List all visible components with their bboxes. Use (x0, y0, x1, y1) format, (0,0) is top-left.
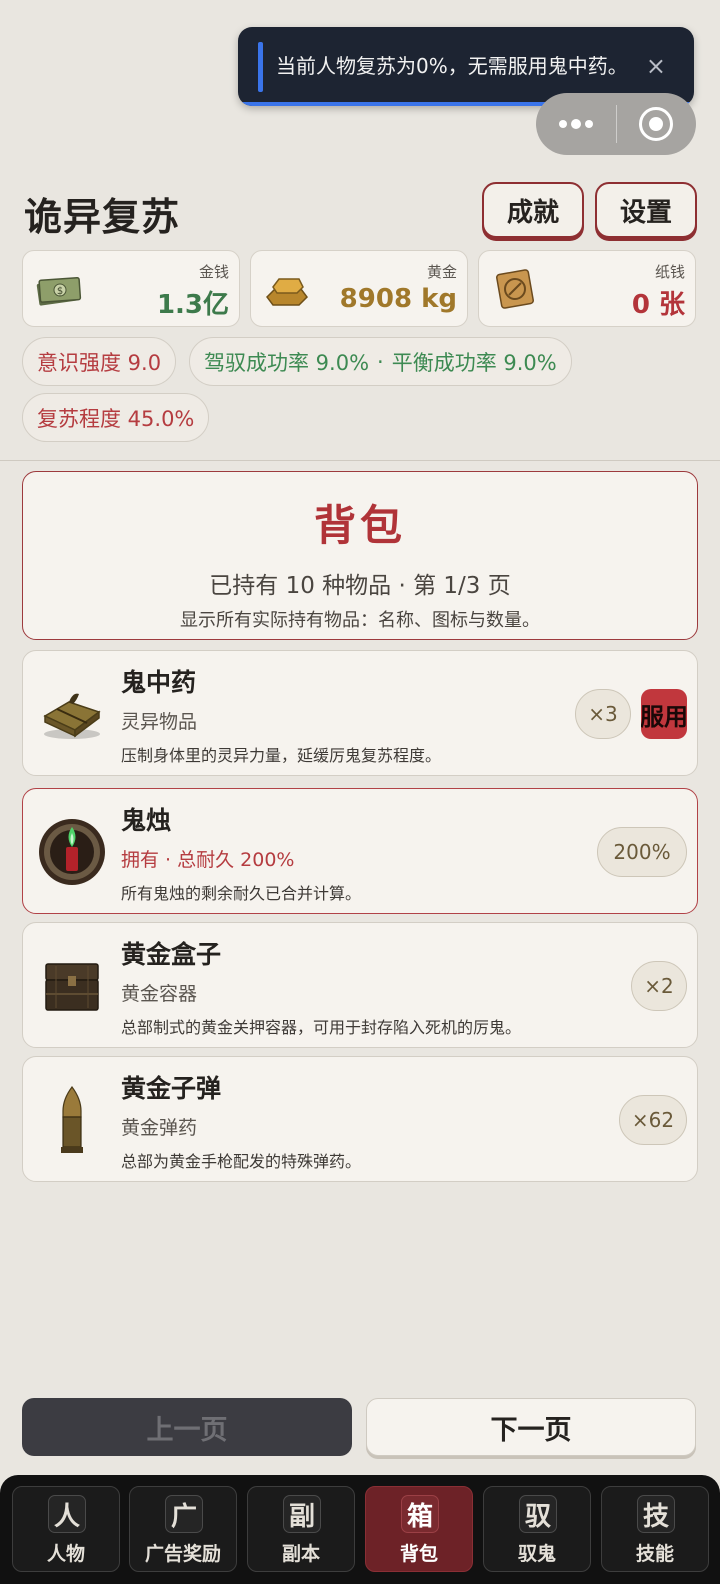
item-quantity: ×62 (619, 1095, 687, 1145)
ad-rewards-icon: 广 (165, 1495, 203, 1533)
tab-skills[interactable]: 技 技能 (601, 1486, 709, 1572)
close-miniprogram-icon[interactable] (617, 93, 697, 155)
item-quantity: ×2 (631, 961, 687, 1011)
next-page-button[interactable]: 下一页 (366, 1398, 696, 1456)
bottom-tab-bar: 人 人物 广 广告奖励 副 副本 箱 背包 驭 驭鬼 技 技能 (0, 1475, 720, 1584)
revival-pill: 复苏程度 45.0% (22, 393, 210, 442)
money-label: 金钱 (198, 263, 229, 281)
item-name: 鬼烛 (121, 806, 172, 835)
gold-bar-icon (266, 278, 308, 306)
bullet-icon (37, 1083, 107, 1157)
paper-money-icon (496, 269, 534, 309)
item-name: 黄金盒子 (121, 940, 222, 969)
tab-ad-rewards[interactable]: 广 广告奖励 (129, 1486, 237, 1572)
tab-backpack[interactable]: 箱 背包 (365, 1486, 473, 1572)
toast-accent-bar (258, 42, 263, 92)
item-name: 鬼中药 (121, 668, 197, 697)
item-type: 灵异物品 (121, 711, 198, 733)
item-description: 压制身体里的灵异力量，延缓厉鬼复苏程度。 (121, 746, 442, 765)
achievements-button[interactable]: 成就 (482, 182, 584, 238)
page-title: 诡异复苏 (24, 195, 181, 239)
section-divider (0, 460, 720, 461)
list-item[interactable]: 黄金子弹 黄金弹药 总部为黄金手枪配发的特殊弹药。 ×62 (22, 1056, 698, 1182)
paper-money-value: 0 张 (631, 290, 685, 320)
tab-label: 副本 (281, 1543, 320, 1565)
backpack-count: 已持有 10 种物品 · 第 1/3 页 (209, 573, 511, 599)
gold-label: 黄金 (426, 263, 457, 281)
tab-label: 技能 (635, 1543, 674, 1565)
gold-value: 8908 kg (339, 284, 457, 314)
cash-icon: $ (36, 276, 82, 306)
miniprogram-capsule (536, 93, 696, 155)
character-icon: 人 (48, 1495, 86, 1533)
tab-dungeon[interactable]: 副 副本 (247, 1486, 355, 1572)
list-item[interactable]: 黄金盒子 黄金容器 总部制式的黄金关押容器，可用于封存陷入死机的厉鬼。 ×2 (22, 922, 698, 1048)
previous-page-button[interactable]: 上一页 (22, 1398, 352, 1456)
list-item[interactable]: 鬼烛 拥有 · 总耐久 200% 所有鬼烛的剩余耐久已合并计算。 200% (22, 788, 698, 914)
consciousness-text: 意识强度 9.0 (37, 350, 162, 375)
consciousness-pill: 意识强度 9.0 (22, 337, 177, 386)
item-description: 总部为黄金手枪配发的特殊弹药。 (121, 1152, 362, 1171)
balance-rate-text: 平衡成功率 9.0% (391, 350, 557, 375)
herb-bundle-icon (37, 677, 107, 751)
backpack-title: 背包 (313, 501, 406, 550)
item-quantity: ×3 (575, 689, 631, 739)
paper-money-label: 纸钱 (654, 263, 685, 281)
separator-dot: · (377, 349, 384, 374)
ghost-control-icon: 驭 (519, 1495, 557, 1533)
item-durability: 拥有 · 总耐久 200% (121, 849, 295, 871)
money-value: 1.3亿 (156, 290, 229, 320)
success-rate-pill: 驾驭成功率 9.0% · 平衡成功率 9.0% (189, 337, 572, 386)
list-item[interactable]: 鬼中药 灵异物品 压制身体里的灵异力量，延缓厉鬼复苏程度。 ×3 服用 (22, 650, 698, 776)
tab-label: 背包 (399, 1543, 438, 1565)
control-rate-text: 驾驭成功率 9.0% (204, 350, 370, 375)
item-type: 黄金弹药 (121, 1117, 198, 1139)
backpack-icon: 箱 (401, 1495, 439, 1533)
tab-ghost-control[interactable]: 驭 驭鬼 (483, 1486, 591, 1572)
settings-button[interactable]: 设置 (595, 182, 697, 238)
tab-label: 广告奖励 (144, 1543, 221, 1565)
gold-card: 黄金 8908 kg (250, 250, 468, 327)
item-name: 黄金子弹 (121, 1074, 222, 1103)
paper-money-card: 纸钱 0 张 (478, 250, 696, 327)
candle-icon (37, 815, 107, 889)
item-quantity: 200% (597, 827, 687, 877)
svg-text:$: $ (57, 286, 63, 297)
tab-character[interactable]: 人 人物 (12, 1486, 120, 1572)
item-description: 所有鬼烛的剩余耐久已合并计算。 (121, 884, 362, 903)
tab-label: 人物 (46, 1543, 85, 1565)
money-card: $ 金钱 1.3亿 (22, 250, 240, 327)
gold-box-icon (37, 949, 107, 1023)
dungeon-icon: 副 (283, 1495, 321, 1533)
more-options-icon[interactable] (536, 93, 616, 155)
backpack-description: 显示所有实际持有物品：名称、图标与数量。 (180, 610, 540, 631)
tab-label: 驭鬼 (517, 1543, 556, 1565)
skills-icon: 技 (637, 1495, 675, 1533)
item-description: 总部制式的黄金关押容器，可用于封存陷入死机的厉鬼。 (121, 1018, 522, 1037)
backpack-panel: 背包 已持有 10 种物品 · 第 1/3 页 显示所有实际持有物品：名称、图标… (22, 471, 698, 640)
item-type: 黄金容器 (121, 983, 198, 1005)
revival-text: 复苏程度 45.0% (37, 406, 195, 431)
use-button[interactable]: 服用 (641, 689, 687, 739)
